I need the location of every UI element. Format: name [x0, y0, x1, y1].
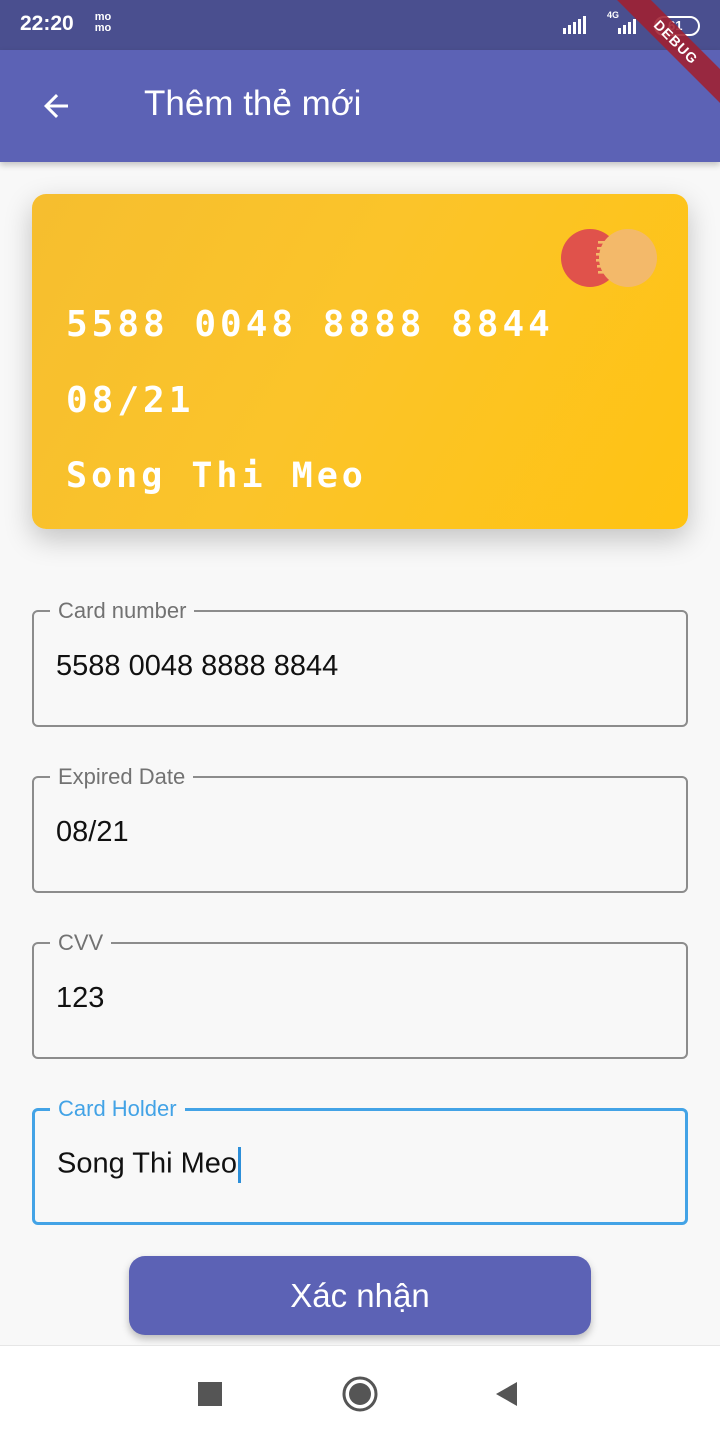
- confirm-button[interactable]: Xác nhận: [129, 1256, 591, 1335]
- cvv-field[interactable]: CVV 123: [32, 930, 688, 1059]
- card-number-input[interactable]: 5588 0048 8888 8844: [56, 650, 338, 683]
- expired-date-field[interactable]: Expired Date 08/21: [32, 764, 688, 893]
- system-nav-bar: [0, 1345, 720, 1440]
- card-number-label: Card number: [50, 598, 195, 624]
- card-preview-holder: Song Thi Meo: [66, 456, 367, 496]
- cvv-input[interactable]: 123: [56, 982, 104, 1015]
- page-title: Thêm thẻ mới: [144, 84, 362, 123]
- recents-button[interactable]: [190, 1374, 230, 1414]
- status-bar: 22:20 mo mo 4G 61: [0, 0, 720, 50]
- square-icon: [198, 1382, 222, 1406]
- nav-back-button[interactable]: [486, 1374, 526, 1414]
- card-number-field[interactable]: Card number 5588 0048 8888 8844: [32, 598, 688, 727]
- home-circle-icon: [342, 1376, 378, 1412]
- card-holder-value-wrap[interactable]: Song Thi Meo: [57, 1147, 242, 1183]
- card-preview-number: 5588 0048 8888 8844: [66, 304, 554, 345]
- card-holder-input[interactable]: Song Thi Meo: [57, 1148, 237, 1180]
- card-preview-expiry: 08/21: [66, 380, 195, 421]
- arrow-back-icon: [44, 94, 68, 118]
- signal-icon: [563, 16, 586, 34]
- cvv-label: CVV: [50, 930, 112, 956]
- credit-card-preview: 5588 0048 8888 8844 08/21 Song Thi Meo: [32, 194, 688, 529]
- status-time: 22:20: [20, 12, 74, 35]
- mastercard-logo-icon: [561, 229, 657, 287]
- back-button[interactable]: [28, 78, 84, 134]
- momo-text-bottom: mo: [94, 22, 112, 34]
- text-cursor: [238, 1147, 242, 1183]
- expired-date-input[interactable]: 08/21: [56, 816, 129, 849]
- expired-date-label: Expired Date: [50, 764, 194, 790]
- triangle-back-icon: [496, 1382, 517, 1406]
- card-holder-label: Card Holder: [50, 1096, 185, 1122]
- app-bar: Thêm thẻ mới: [0, 50, 720, 162]
- momo-notification-icon: mo mo: [90, 12, 116, 38]
- home-button[interactable]: [340, 1374, 380, 1414]
- card-holder-field[interactable]: Card Holder Song Thi Meo: [32, 1096, 688, 1225]
